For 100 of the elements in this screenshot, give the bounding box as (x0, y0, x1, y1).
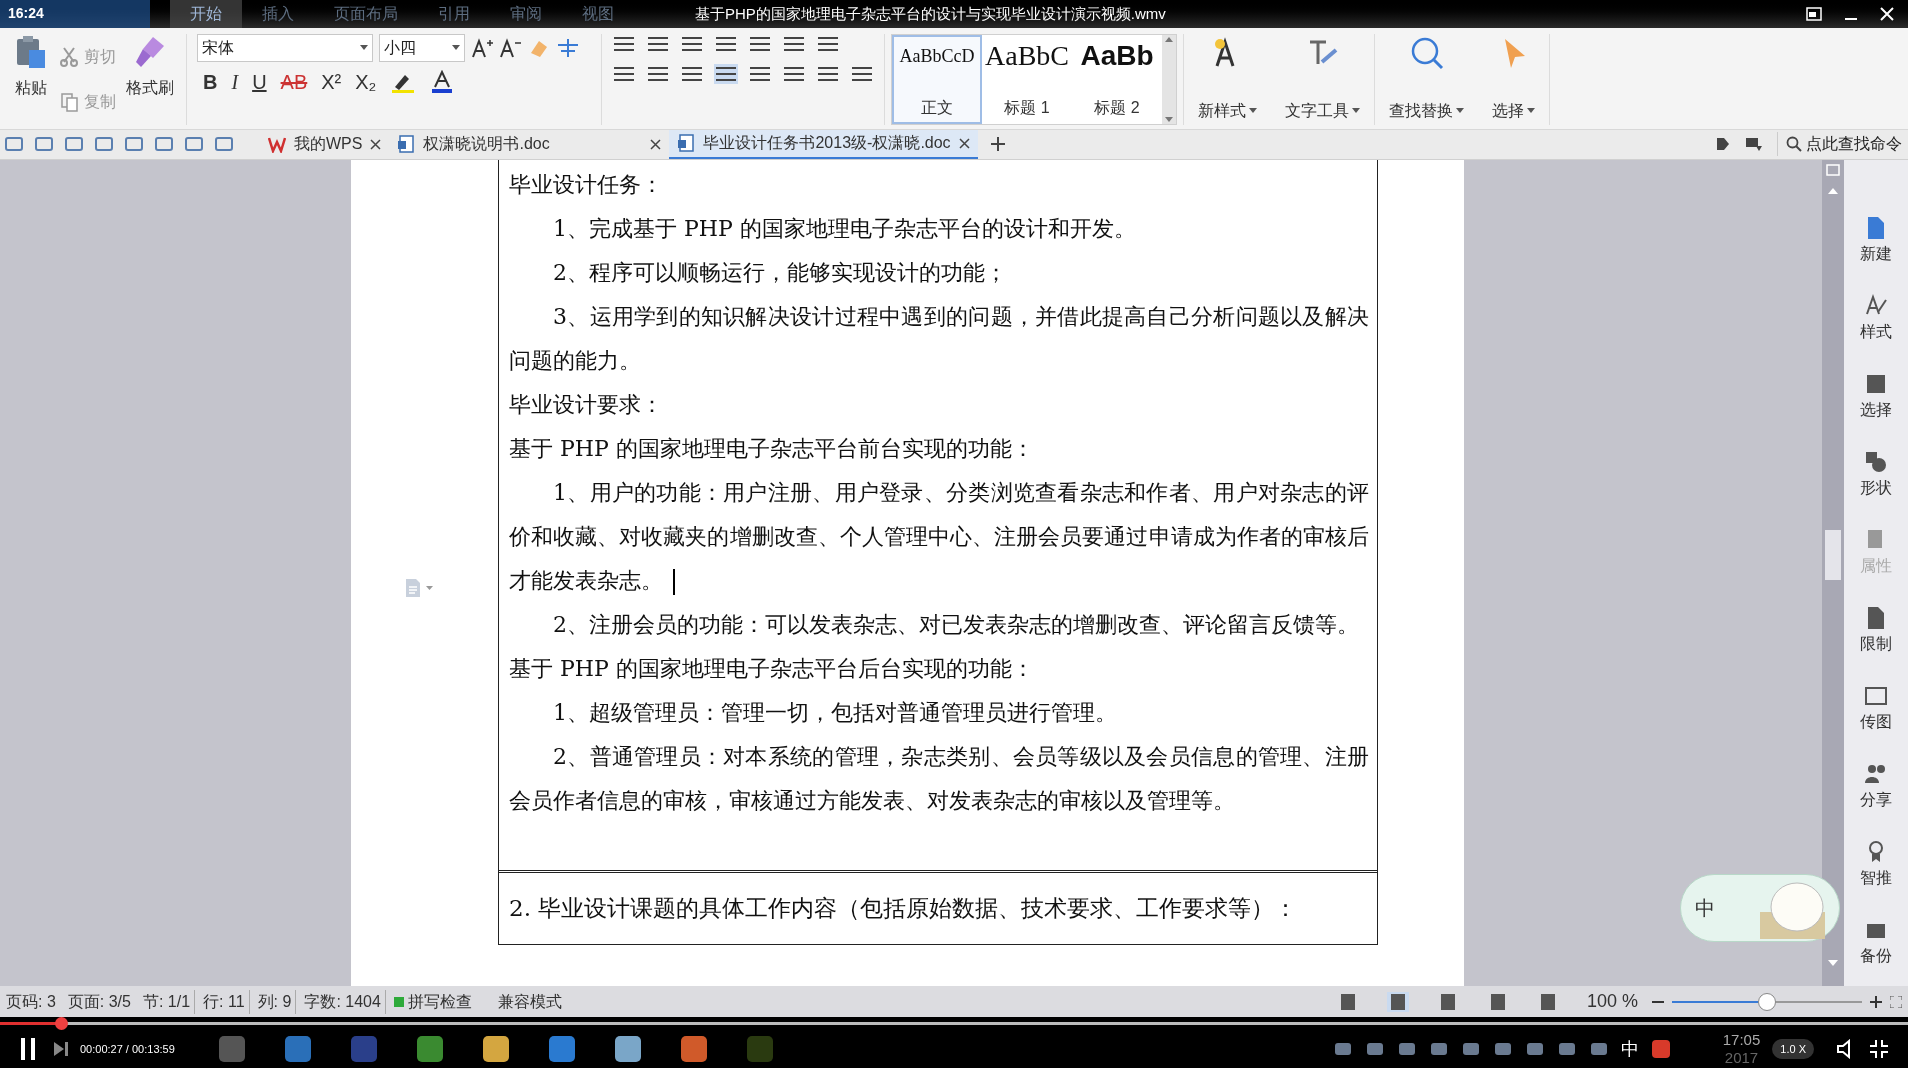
up-arrow-icon (1165, 36, 1173, 42)
close-icon[interactable] (370, 138, 382, 150)
dropdown-caret-icon (1456, 108, 1464, 114)
window-title: 基于PHP的国家地理电子杂志平台的设计与实现毕业设计演示视频.wmv (695, 3, 1166, 24)
font-color-icon[interactable] (430, 69, 455, 94)
exit-fullscreen-icon[interactable] (1870, 1040, 1888, 1059)
ribbon-tab[interactable]: 页面布局 (314, 0, 418, 28)
status-text: 行: 11 (203, 989, 250, 1014)
document-tab[interactable]: 我的WPS (260, 129, 390, 159)
next-icon[interactable] (54, 1042, 68, 1057)
sidebar-item[interactable]: 备份 (1860, 917, 1892, 968)
style-preset[interactable]: AaBbCcD 正文 (892, 34, 982, 124)
command-search[interactable]: 点此查找命令 (1777, 132, 1902, 157)
document-paragraph: 基于 PHP 的国家地理电子杂志平台后台实现的功能： (509, 654, 1035, 683)
sidebar-item[interactable]: 分享 (1860, 761, 1892, 812)
grow-font-icon[interactable] (471, 36, 493, 59)
document-tab[interactable]: 权潇晓说明书.doc (389, 129, 670, 159)
format-button[interactable]: X₂ (355, 71, 377, 92)
slider-thumb[interactable] (1758, 992, 1776, 1011)
format-button[interactable]: AB (280, 71, 308, 92)
ime-mode-text: 中 (1695, 896, 1715, 921)
status-text: 兼容模式 (497, 991, 562, 1012)
zoom-slider[interactable] (1672, 992, 1862, 1011)
ribbon-tool-button[interactable]: 文字工具 (1277, 33, 1368, 125)
document-paragraph: 毕业设计要求： (509, 390, 664, 419)
taskbar-clock: 17:05 (1722, 1031, 1761, 1050)
gallery-scroll[interactable] (1162, 34, 1176, 124)
add-tab-icon[interactable] (989, 136, 1006, 153)
sidebar-item[interactable]: 限制 (1860, 605, 1892, 656)
down-arrow-icon (1165, 116, 1173, 122)
document-paragraph: 2、程序可以顺畅运行，能够实现设计的功能； (552, 258, 1008, 287)
format-button[interactable]: I (231, 71, 239, 92)
pause-icon[interactable] (20, 1038, 36, 1061)
sidebar-item[interactable]: 形状 (1860, 449, 1892, 500)
paste-button[interactable]: 粘贴 (8, 33, 54, 125)
document-tab[interactable]: 毕业设计任务书2013级-权潇晓.doc (669, 129, 978, 159)
format-button[interactable]: U (252, 71, 267, 92)
table-heading: 2. 毕业设计课题的具体工作内容（包括原始数据、技术要求、工作要求等）： (509, 893, 1298, 923)
ime-indicator[interactable]: 中 (1620, 1035, 1639, 1063)
fullscreen-icon[interactable] (1890, 995, 1902, 1008)
tag-icon[interactable] (1715, 136, 1731, 153)
document-paragraph: 毕业设计任务： (509, 170, 664, 199)
style-preset[interactable]: AaBbC 标题 1 (982, 34, 1072, 124)
status-text: 列: 9 (257, 989, 297, 1014)
sidebar-item[interactable]: 传图 (1860, 683, 1892, 734)
dropdown-caret-icon (452, 45, 460, 51)
progress-handle[interactable] (55, 1017, 69, 1031)
video-time-text: 00:00:27 / 00:13:59 (80, 1041, 175, 1057)
copy-icon (60, 91, 80, 113)
ribbon-tab[interactable]: 视图 (562, 0, 634, 28)
vertical-scrollbar[interactable] (1822, 159, 1844, 987)
scrollbar-thumb[interactable] (1825, 529, 1841, 580)
document-icon (677, 134, 696, 153)
document-icon (397, 135, 416, 154)
justify-icon[interactable] (714, 63, 738, 84)
document-paragraph: 1、用户的功能：用户注册、用户登录、分类浏览查看杂志和作者、用户对杂志的评价和收藏、对收藏夹的增删改查、个人管理中心、注册会员要通过申请成为作者的审核后才能发表杂志。 (509, 478, 1369, 597)
format-painter-button[interactable]: 格式刷 (122, 33, 178, 125)
playback-speed[interactable]: 1.0 X (1772, 1038, 1814, 1060)
ribbon-tool-button[interactable]: 选择 (1484, 33, 1543, 125)
sidebar-item[interactable]: 样式 (1860, 293, 1892, 344)
shapes-icon (1864, 449, 1888, 474)
close-icon[interactable] (958, 137, 970, 149)
document-paragraph: 1、完成基于 PHP 的国家地理电子杂志平台的设计和开发。 (552, 214, 1137, 243)
format-button[interactable]: X² (321, 71, 342, 92)
ribbon-tab[interactable]: 引用 (418, 0, 490, 28)
font-name-field[interactable]: 宋体 (197, 33, 373, 62)
document-paragraph: 基于 PHP 的国家地理电子杂志平台前台实现的功能： (509, 434, 1035, 463)
ribbon-tool-button[interactable]: 新样式 (1190, 33, 1265, 125)
zoom-level-text: 100 % (1586, 990, 1638, 1014)
shrink-font-icon[interactable] (499, 36, 521, 59)
search-icon (1786, 136, 1802, 153)
font-size-field[interactable]: 小四 (379, 33, 465, 62)
taskbar-date: 2017 (1724, 1049, 1759, 1068)
sidebar-item[interactable]: 选择 (1860, 371, 1892, 422)
close-icon[interactable] (650, 138, 662, 150)
dropdown-caret-icon[interactable] (426, 585, 433, 590)
ribbon-tab[interactable]: 插入 (242, 0, 314, 28)
sidebar-item[interactable]: 新建 (1860, 215, 1892, 266)
text-cursor (673, 568, 675, 595)
format-button[interactable]: B (203, 71, 218, 92)
sidebar-item[interactable]: 智推 (1860, 839, 1892, 890)
document-paragraph: 2、普通管理员：对本系统的管理，杂志类别、会员等级以及会员信息的管理、注册会员作者信息的审核，审核通过方能发表、对发表杂志的审核以及管理等。 (509, 742, 1369, 815)
phonetic-icon[interactable] (555, 36, 581, 59)
zoom-in-icon[interactable] (1870, 995, 1882, 1008)
ime-toolbar[interactable]: 中 (1680, 874, 1840, 942)
find-replace-icon (1409, 35, 1444, 70)
ribbon-tab[interactable]: 开始 (170, 0, 242, 28)
style-preset[interactable]: AaBb 标题 2 (1072, 34, 1162, 124)
restore-icon[interactable] (1806, 6, 1822, 21)
ribbon-tab[interactable]: 审阅 (490, 0, 562, 28)
document-paragraph: 3、运用学到的知识解决设计过程中遇到的问题，并借此提高自己分析问题以及解决问题的能力。 (509, 302, 1369, 375)
spell-check-toggle[interactable]: 拼写检查 (393, 989, 472, 1014)
dropdown-caret-icon (1249, 108, 1257, 114)
dropdown-caret-icon (360, 45, 368, 51)
ribbon-tool-button[interactable]: 查找替换 (1381, 33, 1472, 125)
document-paragraph: 1、超级管理员：管理一切，包括对普通管理员进行管理。 (552, 698, 1118, 727)
video-progress-bar[interactable] (0, 1017, 1908, 1031)
status-text: 页面: 3/5 (67, 991, 132, 1012)
scissors-icon (60, 46, 80, 68)
document-paragraph: 2、注册会员的功能：可以发表杂志、对已发表杂志的增删改查、评论留言反馈等。 (552, 610, 1360, 639)
